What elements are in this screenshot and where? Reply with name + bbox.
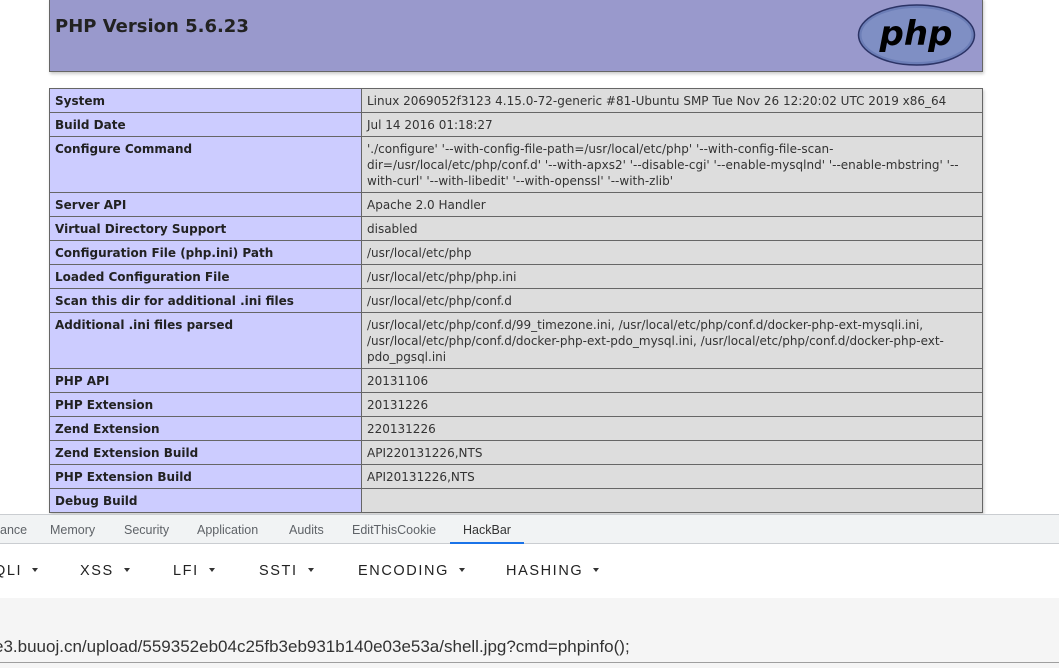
table-row: Configuration File (php.ini) Path/usr/lo…: [49, 240, 983, 265]
row-value: disabled: [361, 216, 983, 241]
tab-editthiscookie[interactable]: EditThisCookie: [352, 515, 436, 544]
menu-encoding-label: ENCODING: [358, 563, 449, 579]
table-row: Zend Extension Build API220131226,NTS: [49, 440, 983, 465]
menu-xss-label: XSS: [80, 563, 114, 579]
table-row: Build Date Jul 14 2016 01:18:27: [49, 112, 983, 137]
chevron-down-icon: [123, 567, 130, 572]
tab-application[interactable]: Application: [197, 515, 258, 544]
menu-hashing-label: HASHING: [506, 563, 584, 579]
row-label: Configure Command: [49, 136, 362, 193]
row-label: Zend Extension Build: [49, 440, 362, 465]
chevron-down-icon: [208, 567, 215, 572]
table-row: Server API Apache 2.0 Handler: [49, 192, 983, 217]
menu-encoding[interactable]: ENCODING: [358, 563, 465, 579]
row-label: Virtual Directory Support: [49, 216, 362, 241]
row-value: API220131226,NTS: [361, 440, 983, 465]
chevron-down-icon: [593, 567, 600, 572]
menu-sqli-label: QLI: [0, 563, 23, 579]
table-row: Configure Command './configure' '--with-c…: [49, 136, 983, 193]
row-value: /usr/local/etc/php/conf.d: [361, 288, 983, 313]
row-value: Jul 14 2016 01:18:27: [361, 112, 983, 137]
menu-xss[interactable]: XSS: [80, 563, 130, 579]
chevron-down-icon: [32, 567, 39, 572]
hackbar-menu-bar: QLI XSS LFI SSTI ENCODING HASHING: [0, 544, 1059, 598]
menu-sqli[interactable]: QLI: [0, 563, 39, 579]
table-row: PHP Extension 20131226: [49, 392, 983, 417]
row-label: Zend Extension: [49, 416, 362, 441]
row-label: Loaded Configuration File: [49, 264, 362, 289]
row-value: 20131106: [361, 368, 983, 393]
menu-lfi[interactable]: LFI: [173, 563, 215, 579]
row-label: Configuration File (php.ini) Path: [49, 240, 362, 265]
table-row: Virtual Directory Support disabled: [49, 216, 983, 241]
row-label: System: [49, 88, 362, 113]
menu-lfi-label: LFI: [173, 563, 199, 579]
table-row: Loaded Configuration File/usr/local/etc/…: [49, 264, 983, 289]
php-logo: php: [857, 4, 976, 66]
row-label: PHP Extension Build: [49, 464, 362, 489]
menu-hashing[interactable]: HASHING: [506, 563, 600, 579]
chevron-down-icon: [458, 567, 465, 572]
devtools-tab-bar: ance Memory Security Application Audits …: [0, 514, 1059, 544]
menu-ssti[interactable]: SSTI: [259, 563, 314, 579]
row-value: 20131226: [361, 392, 983, 417]
tab-security[interactable]: Security: [124, 515, 169, 544]
table-row: System Linux 2069052f3123 4.15.0-72-gener…: [49, 88, 983, 113]
php-version-header: PHP Version 5.6.23 php: [49, 0, 983, 72]
row-label: Additional .ini files parsed: [49, 312, 362, 369]
tab-performance[interactable]: ance: [0, 515, 27, 544]
row-label: PHP Extension: [49, 392, 362, 417]
table-row: Zend Extension 220131226: [49, 416, 983, 441]
table-row: Debug Build: [49, 488, 983, 513]
row-value: /usr/local/etc/php: [361, 240, 983, 265]
tab-audits[interactable]: Audits: [289, 515, 324, 544]
devtools-panel: ance Memory Security Application Audits …: [0, 514, 1059, 668]
phpinfo-page: PHP Version 5.6.23 php System Linux 20690…: [0, 0, 1059, 514]
table-row: Additional .ini files parsed/usr/local/e…: [49, 312, 983, 369]
menu-ssti-label: SSTI: [259, 563, 298, 579]
tab-memory[interactable]: Memory: [50, 515, 95, 544]
row-value: 220131226: [361, 416, 983, 441]
row-label: Debug Build: [49, 488, 362, 513]
row-value: /usr/local/etc/php/php.ini: [361, 264, 983, 289]
row-label: Build Date: [49, 112, 362, 137]
row-label: PHP API: [49, 368, 362, 393]
url-input[interactable]: [0, 632, 1059, 663]
row-label: Scan this dir for additional .ini files: [49, 288, 362, 313]
row-value: Linux 2069052f3123 4.15.0-72-generic #81…: [361, 88, 983, 113]
chevron-down-icon: [307, 567, 314, 572]
row-value: Apache 2.0 Handler: [361, 192, 983, 217]
table-row: PHP Extension Build API20131226,NTS: [49, 464, 983, 489]
phpinfo-table: System Linux 2069052f3123 4.15.0-72-gener…: [49, 88, 983, 513]
row-value: /usr/local/etc/php/conf.d/99_timezone.in…: [361, 312, 983, 369]
page-title: PHP Version 5.6.23: [55, 16, 249, 37]
table-row: PHP API 20131106: [49, 368, 983, 393]
row-label: Server API: [49, 192, 362, 217]
tab-hackbar[interactable]: HackBar: [450, 515, 524, 544]
row-value: './configure' '--with-config-file-path=/…: [361, 136, 983, 193]
php-logo-text: php: [879, 14, 953, 54]
table-row: Scan this dir for additional .ini files /…: [49, 288, 983, 313]
hackbar-url-area: [0, 598, 1059, 668]
row-value: [361, 488, 983, 513]
row-value: API20131226,NTS: [361, 464, 983, 489]
